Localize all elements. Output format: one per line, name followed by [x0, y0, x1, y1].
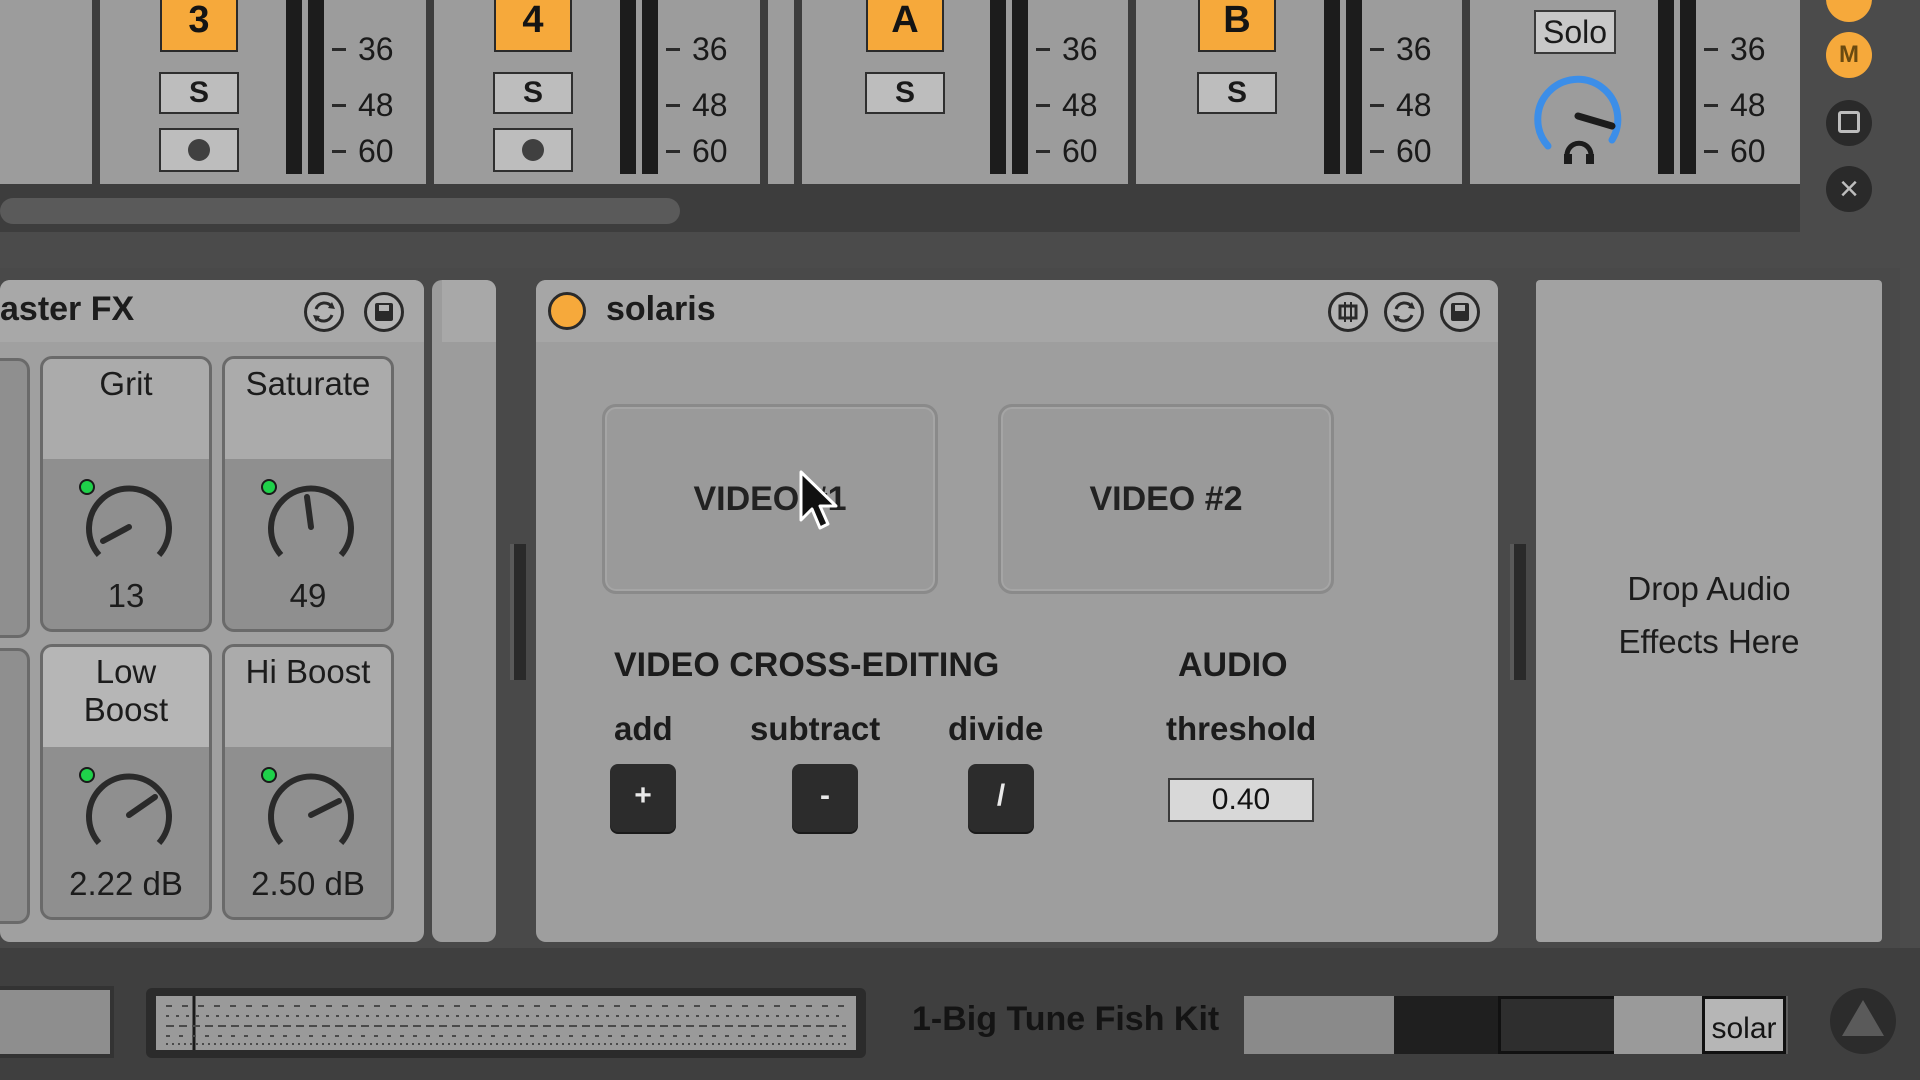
rack-title: aster FX [0, 290, 135, 328]
level-meter [1346, 0, 1362, 174]
subtract-label: subtract [750, 710, 881, 747]
audio-effects-drop-zone[interactable]: Drop Audio Effects Here [1536, 280, 1882, 942]
track-strip-4: 4 S 36 48 60 [434, 0, 760, 184]
bottom-left-field[interactable] [0, 986, 114, 1058]
macro-partial [0, 358, 30, 638]
device-resize-handle[interactable] [510, 544, 526, 680]
close-icon[interactable]: × [1826, 166, 1872, 212]
arm-button-3[interactable] [159, 128, 239, 172]
device-title: solaris [606, 290, 716, 328]
cross-editing-title: VIDEO CROSS-EDITING [614, 646, 1000, 684]
divide-button[interactable]: / [968, 764, 1034, 832]
eject-icon[interactable] [1828, 986, 1898, 1056]
selected-track-name: 1-Big Tune Fish Kit [912, 1000, 1220, 1038]
grit-knob-icon[interactable] [79, 477, 179, 577]
solo-button-3[interactable]: S [159, 72, 239, 114]
add-button[interactable]: + [610, 764, 676, 832]
mixer-section: 36 48 60 3 S 36 48 60 4 S 36 48 60 A [0, 0, 1800, 232]
solo-button-a[interactable]: S [865, 72, 945, 114]
solo-button-4[interactable]: S [493, 72, 573, 114]
level-meter [1680, 0, 1696, 174]
audio-title: AUDIO [1178, 646, 1288, 684]
return-letter-a[interactable]: A [866, 0, 944, 52]
master-strip: Solo 36 48 60 [1470, 0, 1800, 184]
device-resize-handle[interactable] [1510, 544, 1526, 680]
orange-toggle-icon[interactable] [1826, 0, 1872, 22]
record-dot-icon [522, 139, 544, 161]
threshold-input[interactable]: 0.40 [1168, 778, 1314, 822]
mouse-cursor-icon [799, 470, 838, 530]
mixer-scrollbar[interactable] [0, 198, 680, 224]
video-1-drop-button[interactable]: VIDEO #1 [602, 404, 938, 594]
device-on-icon[interactable] [548, 292, 586, 330]
meter-scale: 36 48 60 [666, 0, 746, 174]
low-boost-knob-icon[interactable] [79, 765, 179, 865]
track-number-4[interactable]: 4 [494, 0, 572, 52]
hot-swap-icon[interactable] [304, 292, 344, 332]
overview-waveform [156, 996, 856, 1050]
divide-label: divide [948, 710, 1044, 747]
level-meter [1012, 0, 1028, 174]
return-strip-b: B S 36 48 60 [1136, 0, 1462, 184]
macro-saturate[interactable]: Saturate 49 [222, 356, 394, 632]
level-meter [620, 0, 636, 174]
macro-hi-boost[interactable]: Hi Boost 2.50 dB [222, 644, 394, 920]
meter-scale: 36 48 60 [1370, 0, 1450, 174]
cue-volume-knob-icon[interactable] [1526, 68, 1626, 168]
drop-zone-line-2: Effects Here [1618, 623, 1800, 660]
hot-swap-icon[interactable] [1384, 292, 1424, 332]
add-label: add [614, 710, 673, 747]
level-meter [308, 0, 324, 174]
saturate-knob-icon[interactable] [261, 477, 361, 577]
level-meter [286, 0, 302, 174]
level-meter [1658, 0, 1674, 174]
edit-device-icon[interactable] [1328, 292, 1368, 332]
solo-button-b[interactable]: S [1197, 72, 1277, 114]
solaris-thumbnail[interactable]: solar [1702, 996, 1786, 1054]
track-strip-3: 3 S 36 48 60 [100, 0, 426, 184]
mute-button[interactable]: M [1826, 32, 1872, 78]
level-meter [990, 0, 1006, 174]
drop-zone-line-1: Drop Audio [1627, 570, 1791, 607]
master-fx-rack: aster FX Grit 13 Saturate 49 Low Boost 2… [0, 280, 424, 942]
level-meter [1324, 0, 1340, 174]
subtract-button[interactable]: - [792, 764, 858, 832]
meter-scale: 36 48 60 [1704, 0, 1784, 174]
save-preset-icon[interactable] [364, 292, 404, 332]
threshold-label: threshold [1166, 710, 1317, 747]
stop-square-icon[interactable] [1826, 100, 1872, 146]
macro-partial [0, 648, 30, 924]
macro-grit[interactable]: Grit 13 [40, 356, 212, 632]
solaris-device: solaris VIDEO #1 VIDEO #2 VIDEO CROSS-ED… [536, 280, 1498, 942]
solo-cue-button[interactable]: Solo [1534, 10, 1616, 54]
arm-button-4[interactable] [493, 128, 573, 172]
chain-list-panel [432, 280, 496, 942]
level-meter [642, 0, 658, 174]
meter-scale: 36 48 60 [332, 0, 412, 174]
hi-boost-knob-icon[interactable] [261, 765, 361, 865]
return-strip-a: A S 36 48 60 [802, 0, 1128, 184]
record-dot-icon [188, 139, 210, 161]
return-letter-b[interactable]: B [1198, 0, 1276, 52]
video-2-drop-button[interactable]: VIDEO #2 [998, 404, 1334, 594]
meter-scale: 36 48 60 [1036, 0, 1116, 174]
save-preset-icon[interactable] [1440, 292, 1480, 332]
macro-low-boost[interactable]: Low Boost 2.22 dB [40, 644, 212, 920]
track-number-3[interactable]: 3 [160, 0, 238, 52]
